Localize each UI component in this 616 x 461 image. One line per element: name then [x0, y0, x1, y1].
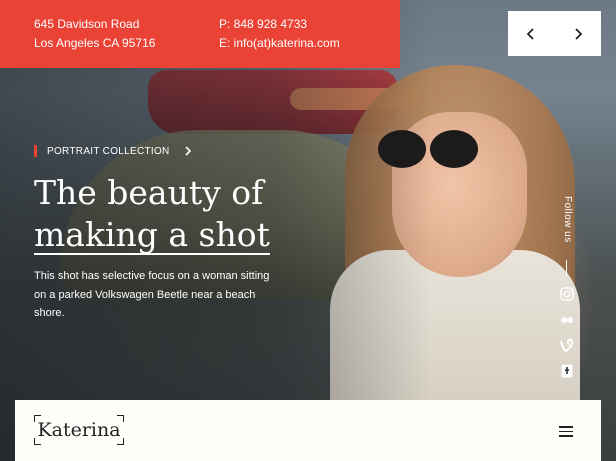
- hero-title: The beauty of making a shot: [34, 172, 354, 256]
- flickr-icon[interactable]: [558, 311, 576, 329]
- accent-bar: [34, 145, 37, 157]
- next-slide-button[interactable]: [563, 19, 593, 49]
- address-line-1: 645 Davidson Road: [34, 17, 140, 31]
- hamburger-icon: [559, 426, 573, 428]
- chevron-left-icon: [526, 27, 534, 40]
- instagram-icon[interactable]: [558, 285, 576, 303]
- phone-number[interactable]: P: 848 928 4733: [219, 15, 340, 34]
- site-logo[interactable]: Katerina: [34, 415, 124, 445]
- logo-text: Katerina: [37, 419, 121, 441]
- chevron-right-icon: [184, 146, 192, 156]
- hero-title-line-2[interactable]: making a shot: [34, 217, 270, 255]
- follow-us-label: Follow us: [562, 196, 573, 243]
- vine-icon[interactable]: [558, 336, 576, 354]
- contact-info-bar: 645 Davidson Road Los Angeles CA 95716 P…: [0, 0, 400, 68]
- divider: [566, 260, 567, 276]
- address-line-2: Los Angeles CA 95716: [34, 36, 156, 50]
- bottom-navigation-bar: Katerina: [15, 400, 601, 461]
- previous-slide-button[interactable]: [516, 19, 546, 49]
- address-block: 645 Davidson Road Los Angeles CA 95716: [34, 15, 155, 53]
- slider-controls: [508, 11, 601, 56]
- collection-label: PORTRAIT COLLECTION: [47, 145, 170, 157]
- chevron-right-icon: [575, 27, 583, 40]
- hero-title-line-1: The beauty of: [34, 173, 264, 212]
- menu-button[interactable]: [556, 421, 576, 441]
- contact-details: P: 848 928 4733 E: info(at)katerina.com: [219, 15, 340, 53]
- email-address[interactable]: E: info(at)katerina.com: [219, 34, 340, 53]
- collection-link[interactable]: PORTRAIT COLLECTION: [34, 143, 192, 159]
- hero-description: This shot has selective focus on a woman…: [34, 270, 270, 319]
- tumblr-icon[interactable]: [558, 362, 576, 380]
